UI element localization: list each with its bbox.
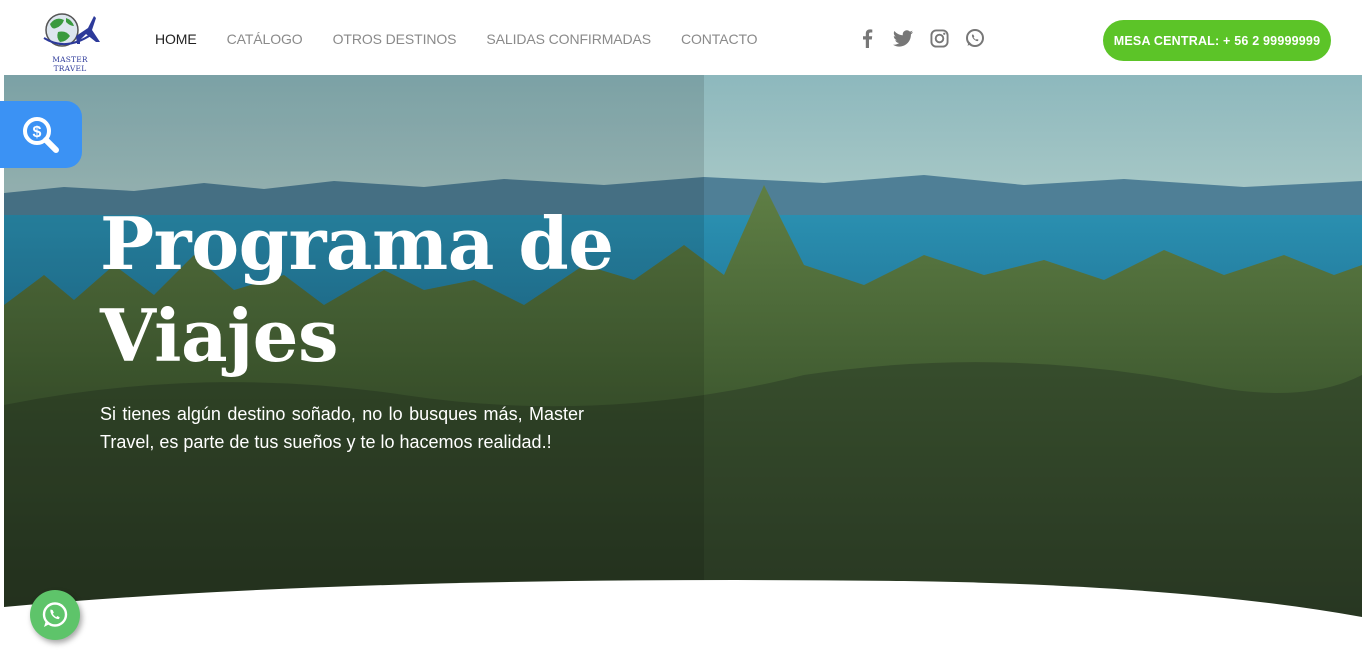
price-search-button[interactable]: $ <box>0 101 82 168</box>
globe-plane-icon <box>43 13 100 47</box>
whatsapp-float-button[interactable] <box>30 590 80 640</box>
brand-logo[interactable]: MASTER TRAVEL <box>36 8 104 73</box>
nav-item-salidas-confirmadas[interactable]: SALIDAS CONFIRMADAS <box>486 31 651 47</box>
nav-item-home[interactable]: HOME <box>155 31 197 47</box>
facebook-icon[interactable] <box>857 27 877 49</box>
hero-description: Si tienes algún destino soñado, no lo bu… <box>100 404 584 452</box>
svg-text:$: $ <box>33 124 42 141</box>
nav-item-otros-destinos[interactable]: OTROS DESTINOS <box>333 31 457 47</box>
mesa-central-button[interactable]: MESA CENTRAL: + 56 2 99999999 <box>1103 20 1331 61</box>
whatsapp-icon <box>42 602 68 627</box>
social-links <box>857 27 985 49</box>
logo-text: MASTER TRAVEL <box>52 55 88 73</box>
price-search-icon: $ <box>23 116 59 153</box>
twitter-icon[interactable] <box>893 27 913 49</box>
hero-title: Programa de Viajes <box>100 201 614 378</box>
whatsapp-icon[interactable] <box>965 27 985 49</box>
hero-banner: Programa de Viajes Si tienes algún desti… <box>4 75 1362 620</box>
site-header: MASTER TRAVEL HOME CATÁLOGO OTROS DESTIN… <box>0 0 1366 75</box>
nav-item-catalogo[interactable]: CATÁLOGO <box>227 31 303 47</box>
instagram-icon[interactable] <box>929 27 949 49</box>
nav-item-contacto[interactable]: CONTACTO <box>681 31 758 47</box>
main-nav: HOME CATÁLOGO OTROS DESTINOS SALIDAS CON… <box>155 31 758 47</box>
